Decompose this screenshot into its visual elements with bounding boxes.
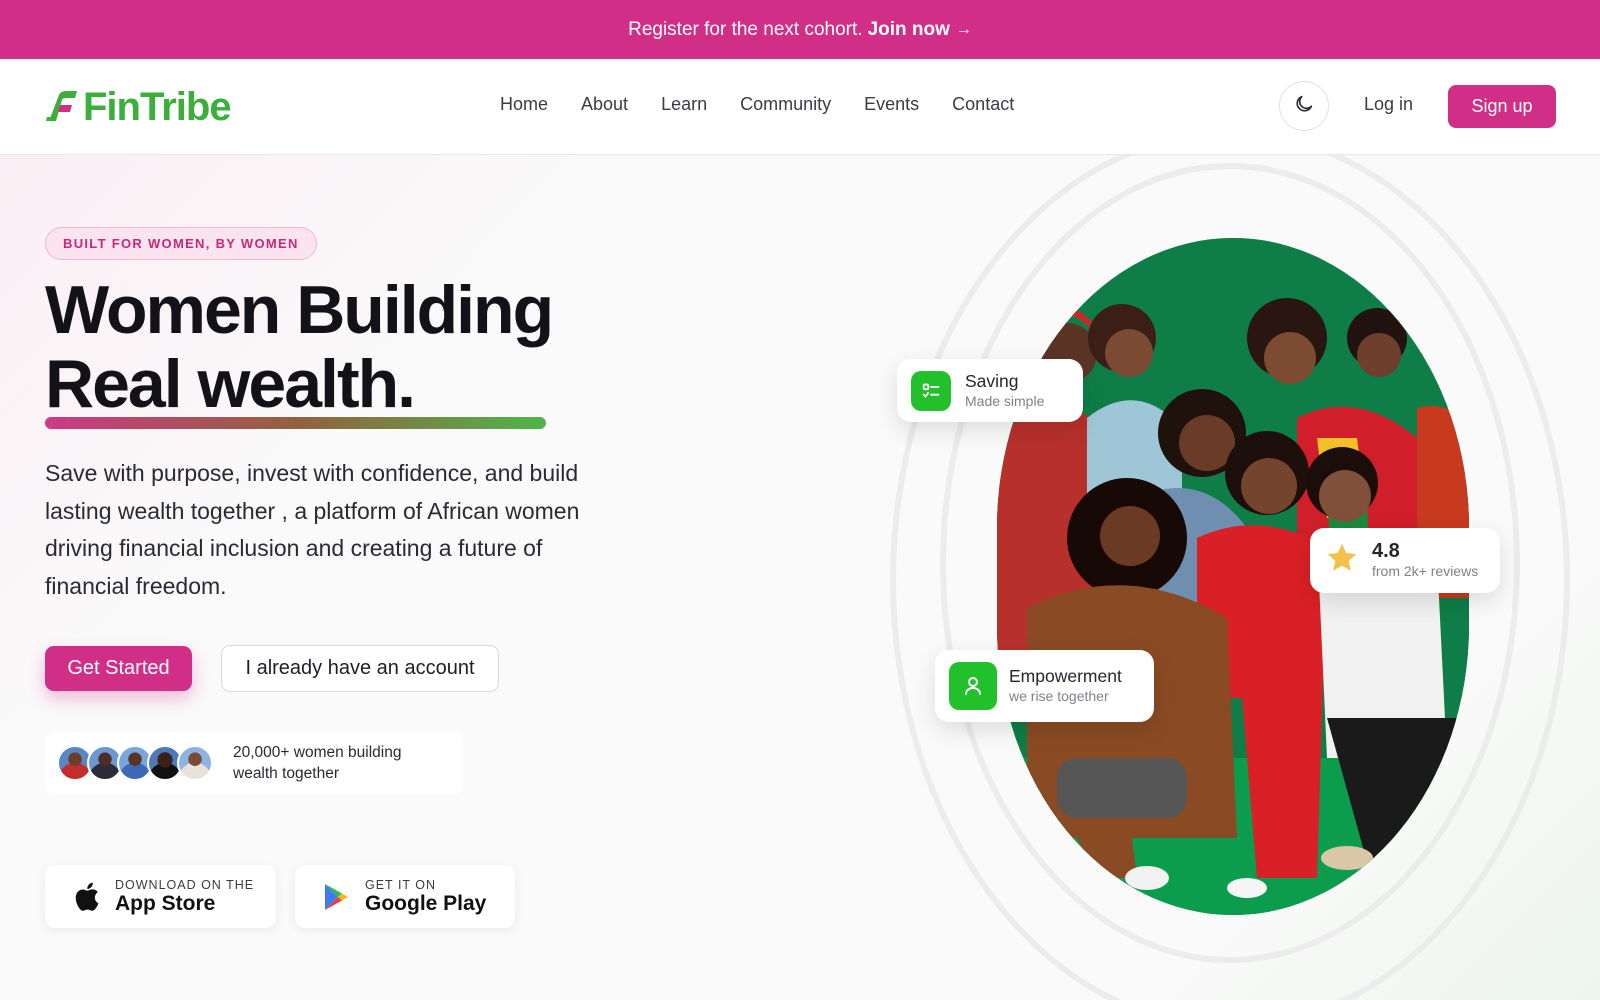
nav-links: Home About Learn Community Events Contac… bbox=[500, 94, 1014, 115]
nav-link-about[interactable]: About bbox=[581, 94, 628, 115]
app-store-big-text: App Store bbox=[115, 891, 216, 915]
existing-account-button[interactable]: I already have an account bbox=[221, 645, 499, 692]
google-play-icon bbox=[321, 880, 351, 914]
social-proof-card: 20,000+ women building wealth together bbox=[45, 732, 463, 794]
nav-link-home[interactable]: Home bbox=[500, 94, 548, 115]
get-started-button[interactable]: Get Started bbox=[45, 646, 192, 691]
saving-card-text: Saving Made simple bbox=[965, 371, 1044, 411]
join-now-link[interactable]: Join now bbox=[868, 19, 950, 41]
google-play-label: GET IT ON Google Play bbox=[365, 878, 486, 916]
nav-link-learn[interactable]: Learn bbox=[661, 94, 707, 115]
nav-link-events[interactable]: Events bbox=[864, 94, 919, 115]
empowerment-card-text: Empowerment we rise together bbox=[1009, 666, 1122, 706]
arrow-right-icon[interactable]: → bbox=[956, 21, 972, 39]
signup-button[interactable]: Sign up bbox=[1448, 85, 1556, 128]
logo[interactable]: FinTribe bbox=[45, 85, 232, 129]
login-link[interactable]: Log in bbox=[1364, 94, 1413, 115]
nav-link-community[interactable]: Community bbox=[740, 94, 831, 115]
app-store-button[interactable]: DOWNLOAD ON THE App Store bbox=[45, 865, 276, 928]
moon-icon bbox=[1293, 93, 1315, 120]
rating-subtitle: from 2k+ reviews bbox=[1372, 562, 1479, 579]
empowerment-card-title: Empowerment bbox=[1009, 666, 1122, 686]
tagline-badge: BUILT FOR WOMEN, BY WOMEN bbox=[45, 227, 317, 260]
headline-underline bbox=[45, 417, 546, 429]
google-play-big-text: Google Play bbox=[365, 891, 487, 915]
top-navbar: FinTribe Home About Learn Community Even… bbox=[0, 59, 1600, 155]
empowerment-card: Empowerment we rise together bbox=[935, 650, 1154, 722]
hero-section: BUILT FOR WOMEN, BY WOMEN Women Building… bbox=[0, 155, 1600, 1000]
hero-description: Save with purpose, invest with confidenc… bbox=[45, 460, 580, 599]
saving-card-subtitle: Made simple bbox=[965, 392, 1045, 409]
avatar bbox=[177, 745, 213, 781]
google-play-small-text: GET IT ON bbox=[365, 877, 437, 892]
rating-card: 4.8 from 2k+ reviews bbox=[1310, 528, 1500, 593]
app-store-small-text: DOWNLOAD ON THE bbox=[115, 877, 255, 892]
apple-icon bbox=[71, 880, 101, 914]
hero-headline: Women Building Real wealth. bbox=[45, 272, 554, 422]
saving-card-title: Saving bbox=[965, 370, 1019, 391]
social-proof-text: 20,000+ women building wealth together bbox=[233, 744, 402, 782]
announcement-bar: Register for the next cohort. Join now → bbox=[0, 0, 1600, 59]
app-store-label: DOWNLOAD ON THE App Store bbox=[115, 878, 254, 916]
headline-line-1: Women Building bbox=[45, 272, 554, 348]
announcement-text: Register for the next cohort. bbox=[628, 18, 863, 40]
checklist-icon bbox=[911, 370, 951, 411]
logo-text: FinTribe bbox=[83, 85, 232, 129]
rating-card-text: 4.8 from 2k+ reviews bbox=[1372, 541, 1478, 581]
google-play-button[interactable]: GET IT ON Google Play bbox=[295, 865, 515, 928]
theme-toggle-button[interactable] bbox=[1279, 81, 1329, 131]
headline-line-2: Real wealth. bbox=[45, 346, 416, 422]
rating-value: 4.8 bbox=[1372, 539, 1400, 562]
saving-card: Saving Made simple bbox=[897, 359, 1083, 422]
nav-link-contact[interactable]: Contact bbox=[952, 94, 1014, 115]
fintribe-logo-icon bbox=[45, 87, 79, 127]
avatar-group bbox=[57, 745, 213, 781]
star-icon bbox=[1324, 540, 1360, 581]
empowerment-card-subtitle: we rise together bbox=[1009, 688, 1109, 704]
person-icon bbox=[949, 662, 997, 710]
